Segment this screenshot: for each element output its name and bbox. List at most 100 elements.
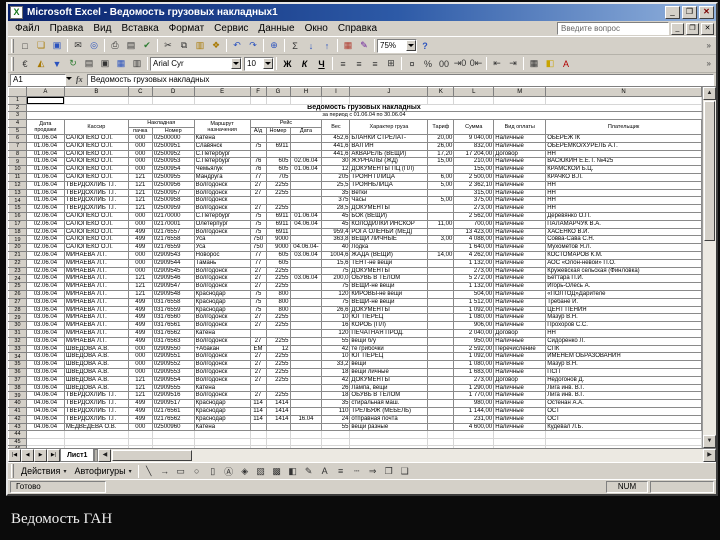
cell[interactable]: 499 bbox=[128, 321, 153, 331]
cell[interactable]: 121 bbox=[128, 204, 153, 214]
cell[interactable]: 1 080,00 bbox=[453, 360, 495, 369]
column-header-M[interactable]: M bbox=[493, 87, 547, 97]
minimize-button[interactable]: _ bbox=[665, 6, 680, 19]
cell[interactable]: С.Петербург bbox=[194, 150, 251, 159]
cell[interactable]: 77 bbox=[250, 251, 267, 260]
row-header-37[interactable]: 37 bbox=[8, 375, 27, 385]
threed-icon[interactable]: ❑ bbox=[397, 464, 413, 478]
cell[interactable] bbox=[250, 430, 267, 439]
cell[interactable]: 000 bbox=[128, 157, 153, 167]
cell[interactable]: С.Петербург bbox=[194, 157, 251, 167]
cell[interactable]: 000 bbox=[128, 165, 153, 175]
cell[interactable]: МИНАЕВА Л.Г. bbox=[64, 321, 129, 331]
cell[interactable]: 75 bbox=[321, 282, 351, 292]
row-header-38[interactable]: 38 bbox=[8, 383, 27, 393]
cell[interactable] bbox=[290, 173, 323, 182]
cell[interactable]: 705 bbox=[266, 173, 291, 182]
cell[interactable]: 02170001 bbox=[152, 220, 195, 229]
cell[interactable]: Кудевал Л.Б. bbox=[545, 423, 702, 432]
cell[interactable] bbox=[427, 438, 455, 447]
clipart-icon[interactable]: ▧ bbox=[253, 464, 269, 478]
cell[interactable]: Катена bbox=[194, 134, 251, 143]
cell[interactable] bbox=[453, 438, 495, 447]
select-all-corner[interactable] bbox=[8, 87, 27, 97]
cell[interactable] bbox=[427, 259, 455, 268]
cell[interactable]: 499 bbox=[128, 235, 153, 245]
cell[interactable]: 11,00 bbox=[427, 220, 455, 229]
formula-input[interactable]: Ведомость грузовых накладных bbox=[86, 73, 714, 86]
cell[interactable]: 499 bbox=[128, 298, 153, 307]
cell[interactable] bbox=[427, 290, 455, 299]
cell[interactable]: 02500958 bbox=[152, 196, 195, 206]
cell[interactable]: 75 bbox=[250, 298, 267, 307]
cell[interactable]: МИНАЕВА Л.Г. bbox=[64, 329, 129, 338]
cell[interactable]: 273,00 bbox=[453, 204, 495, 214]
cell[interactable] bbox=[290, 345, 323, 354]
cell[interactable]: 15,6 bbox=[321, 259, 351, 268]
italic-button[interactable]: К bbox=[296, 57, 313, 71]
cell[interactable]: 02.06.04 bbox=[26, 220, 65, 229]
search-icon[interactable]: ◎ bbox=[86, 39, 102, 53]
cell[interactable]: 27 bbox=[250, 189, 267, 198]
cell[interactable]: МИНАЕВА Л.Г. bbox=[64, 290, 129, 299]
cell[interactable]: МИНАЕВА Л.Г. bbox=[64, 267, 129, 276]
row-header-14[interactable]: 14 bbox=[8, 196, 27, 206]
cell[interactable]: 02.06.04 bbox=[26, 259, 65, 268]
cell[interactable] bbox=[321, 96, 351, 105]
cell[interactable]: вещи личные bbox=[349, 368, 429, 377]
cell[interactable]: 03.06.04 bbox=[26, 352, 65, 362]
row-header-10[interactable]: 10 bbox=[8, 165, 27, 175]
help-icon[interactable]: ? bbox=[417, 39, 433, 53]
merge-center-icon[interactable]: ⊞ bbox=[383, 57, 399, 71]
cell[interactable]: 01.06.04 bbox=[290, 165, 323, 175]
cell[interactable]: 121 bbox=[128, 282, 153, 292]
cell[interactable]: 02500952 bbox=[152, 150, 195, 159]
row-header-13[interactable]: 13 bbox=[8, 188, 27, 198]
cell[interactable]: Наличные bbox=[493, 391, 547, 401]
cell[interactable]: 01.06.04 bbox=[290, 212, 323, 221]
cell[interactable]: КРАЧКО В.Л. bbox=[545, 173, 702, 182]
cell[interactable]: НН bbox=[545, 204, 702, 214]
cell[interactable]: 03176558 bbox=[152, 298, 195, 307]
row-header-18[interactable]: 18 bbox=[8, 227, 27, 237]
cell[interactable]: ЖУРНАЛЫ (ЖД) bbox=[349, 157, 429, 167]
cell[interactable]: Катена bbox=[194, 384, 251, 393]
cell[interactable]: 5,00 bbox=[427, 196, 455, 206]
cell[interactable]: 02909552 bbox=[152, 360, 195, 369]
cell[interactable] bbox=[427, 345, 455, 354]
cell[interactable]: Краснодар bbox=[194, 407, 251, 416]
hyperlink-icon[interactable]: ⊕ bbox=[266, 39, 282, 53]
cell[interactable]: 27 bbox=[250, 321, 267, 331]
cell[interactable] bbox=[194, 96, 251, 105]
cell[interactable]: 03176559 bbox=[152, 306, 195, 315]
cell[interactable] bbox=[427, 368, 455, 377]
bold-button[interactable]: Ж bbox=[279, 57, 296, 71]
cell[interactable]: 40 bbox=[321, 243, 351, 253]
cell[interactable] bbox=[290, 391, 323, 401]
cell[interactable]: 15,00 bbox=[427, 157, 455, 167]
cell[interactable]: Тамань bbox=[194, 259, 251, 268]
cell[interactable]: Сидоренко Л. bbox=[545, 337, 702, 346]
menu-item-2[interactable]: Вид bbox=[88, 22, 116, 35]
cell[interactable]: Остенан А.А. bbox=[545, 399, 702, 408]
cell[interactable]: МИНАЕВА Л.Г. bbox=[64, 274, 129, 284]
cell[interactable]: ТВЕРДОХЛИБ Т.Г. bbox=[64, 415, 129, 424]
cell[interactable]: 832,00 bbox=[453, 142, 495, 151]
cell[interactable]: 02500956 bbox=[152, 181, 195, 190]
sheet-nav-2[interactable]: ▶ bbox=[34, 449, 47, 462]
cell[interactable]: ЖАДА (ВЕЩИ) bbox=[349, 251, 429, 260]
autofilter-icon[interactable]: ▼ bbox=[49, 57, 65, 71]
cell[interactable]: 01.06.04 bbox=[26, 157, 65, 167]
text-box-icon[interactable]: ▯ bbox=[205, 464, 221, 478]
row-header-7[interactable]: 7 bbox=[8, 141, 27, 151]
row-header-34[interactable]: 34 bbox=[8, 352, 27, 362]
cell[interactable]: 04.06.04 bbox=[26, 391, 65, 401]
row-header-21[interactable]: 21 bbox=[8, 251, 27, 260]
cell[interactable]: 499 bbox=[128, 243, 153, 253]
cell[interactable]: 03.06.04 bbox=[26, 329, 65, 338]
cell[interactable] bbox=[290, 430, 323, 439]
cell[interactable]: 121 bbox=[128, 189, 153, 198]
cell[interactable]: 04.06.04 bbox=[290, 220, 323, 229]
cell[interactable]: ШВЕДОВА А.В. bbox=[64, 368, 129, 377]
toolbar-grip[interactable] bbox=[11, 38, 14, 53]
